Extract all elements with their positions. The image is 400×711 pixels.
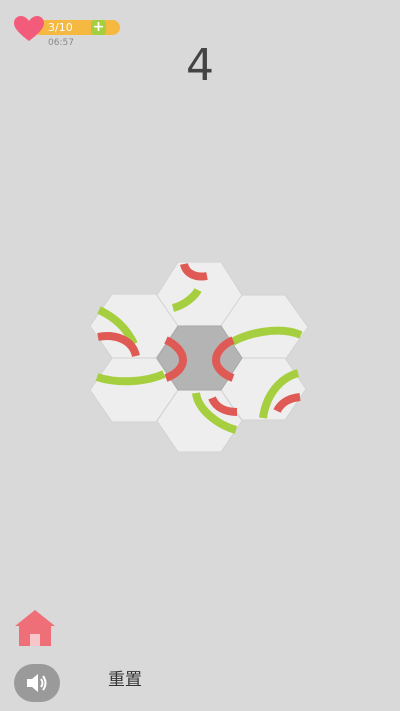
level-number: 4 [186,40,214,91]
heart-icon [14,16,44,41]
reset-button[interactable]: 重置 [108,669,142,691]
hex-board [89,261,309,453]
home-button[interactable] [13,608,57,648]
lives-indicator: 3/10 + [14,16,120,41]
add-lives-button[interactable]: + [91,20,106,35]
home-icon [15,610,55,646]
lives-bar [32,20,120,35]
sound-button[interactable] [14,664,60,702]
speaker-icon [27,674,47,692]
lives-count: 3/10 [48,21,73,34]
plus-icon: + [92,19,105,35]
